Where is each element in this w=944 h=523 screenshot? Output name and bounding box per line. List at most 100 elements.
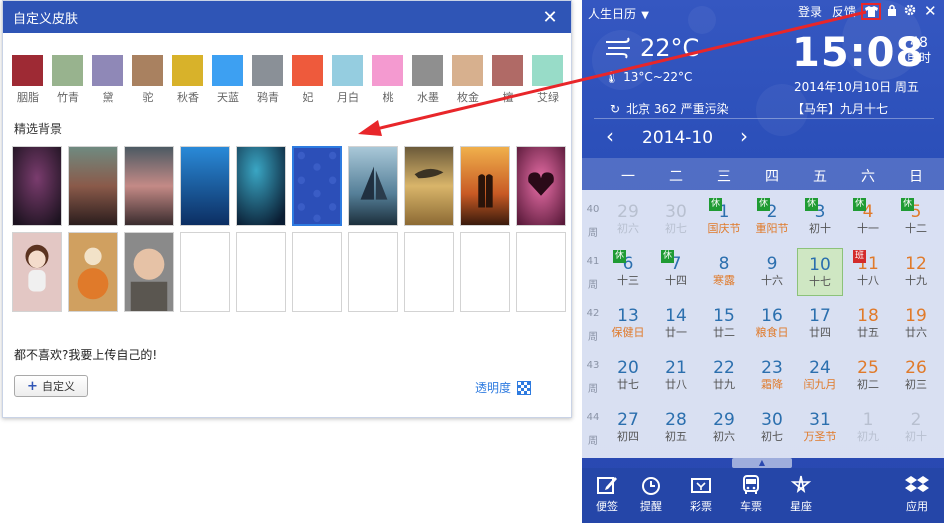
color-swatch-chip[interactable] xyxy=(52,55,83,86)
calendar-day[interactable]: 26 初三 xyxy=(893,352,939,400)
color-swatch[interactable]: 妃 xyxy=(291,55,335,110)
refresh-icon[interactable]: ↻ xyxy=(610,102,620,116)
calendar-day[interactable]: 12 十九 xyxy=(893,248,939,296)
background-thumb-teal-bokeh[interactable] xyxy=(236,146,286,226)
color-swatch[interactable]: 秋香 xyxy=(171,55,215,110)
tool-star[interactable]: 星座 xyxy=(780,474,822,514)
calendar-day[interactable]: 30 初七 xyxy=(749,404,795,452)
background-thumb-cartoon-girl[interactable] xyxy=(12,232,62,312)
color-swatch-chip[interactable] xyxy=(412,55,443,86)
color-swatch-chip[interactable] xyxy=(132,55,163,86)
color-swatch[interactable]: 鸦青 xyxy=(251,55,295,110)
calendar-day[interactable]: 15 廿二 xyxy=(701,300,747,348)
calendar-day[interactable]: 17 廿四 xyxy=(797,300,843,348)
color-swatch[interactable]: 桃 xyxy=(371,55,415,110)
app-menu[interactable]: 人生日历 ▼ xyxy=(588,5,649,22)
color-swatch-chip[interactable] xyxy=(492,55,523,86)
calendar-day[interactable]: 30 初七 xyxy=(653,196,699,244)
air-quality[interactable]: ↻ 北京 362 严重污染 xyxy=(610,100,729,117)
calendar-day[interactable]: 13 保健日 xyxy=(605,300,651,348)
color-swatch-chip[interactable] xyxy=(172,55,203,86)
color-swatch-chip[interactable] xyxy=(212,55,243,86)
color-swatch-chip[interactable] xyxy=(532,55,563,86)
color-swatch[interactable]: 黛 xyxy=(91,55,135,110)
background-thumb-empty[interactable] xyxy=(516,232,566,312)
chevron-left-icon[interactable]: ‹ xyxy=(606,124,614,148)
lock-icon[interactable] xyxy=(887,4,897,19)
calendar-day[interactable]: 休 7 十四 xyxy=(653,248,699,296)
calendar-day[interactable]: 20 廿七 xyxy=(605,352,651,400)
background-thumb-empty[interactable] xyxy=(460,232,510,312)
background-thumb-sailboat[interactable] xyxy=(348,146,398,226)
close-icon[interactable]: ✕ xyxy=(924,2,937,20)
chevron-right-icon[interactable]: › xyxy=(740,124,748,148)
calendar-day[interactable]: 10 十七 xyxy=(797,248,843,296)
color-swatch-chip[interactable] xyxy=(12,55,43,86)
calendar-day[interactable]: 28 初五 xyxy=(653,404,699,452)
background-thumb-purple-bokeh[interactable] xyxy=(12,146,62,226)
color-swatch[interactable]: 竹青 xyxy=(51,55,95,110)
calendar-day[interactable]: 休 5 十二 xyxy=(893,196,939,244)
calendar-day[interactable]: 1 初九 xyxy=(845,404,891,452)
background-thumb-baby-photo[interactable] xyxy=(124,232,174,312)
color-swatch[interactable]: 胭脂 xyxy=(11,55,55,110)
calendar-day[interactable]: 2 初十 xyxy=(893,404,939,452)
tool-pencil[interactable]: 便签 xyxy=(586,474,628,514)
month-label[interactable]: 2014-10 xyxy=(642,128,713,148)
color-swatch[interactable]: 天蓝 xyxy=(211,55,255,110)
calendar-day[interactable]: 休 4 十一 xyxy=(845,196,891,244)
background-thumb-warm-blur[interactable] xyxy=(68,146,118,226)
calendar-day[interactable]: 29 初六 xyxy=(701,404,747,452)
close-icon[interactable]: ✕ xyxy=(539,7,561,28)
calendar-day[interactable]: 24 闰九月 xyxy=(797,352,843,400)
background-thumb-blue-pattern[interactable] xyxy=(292,146,342,226)
color-swatch-chip[interactable] xyxy=(452,55,483,86)
color-swatch-chip[interactable] xyxy=(372,55,403,86)
calendar-day[interactable]: 16 粮食日 xyxy=(749,300,795,348)
login-link[interactable]: 登录 xyxy=(798,3,822,20)
background-thumb-heart-bokeh[interactable] xyxy=(516,146,566,226)
calendar-day[interactable]: 23 霜降 xyxy=(749,352,795,400)
color-swatch[interactable]: 檀 xyxy=(491,55,535,110)
custom-skin-button[interactable]: + 自定义 xyxy=(14,375,88,397)
color-swatch-chip[interactable] xyxy=(92,55,123,86)
color-swatch[interactable]: 水墨 xyxy=(411,55,455,110)
color-swatch[interactable]: 驼 xyxy=(131,55,175,110)
calendar-day[interactable]: 班 11 十八 xyxy=(845,248,891,296)
color-swatch-chip[interactable] xyxy=(332,55,363,86)
calendar-day[interactable]: 25 初二 xyxy=(845,352,891,400)
tool-alarm-clock[interactable]: 提醒 xyxy=(630,474,672,514)
color-swatch-chip[interactable] xyxy=(252,55,283,86)
background-thumb-pink-blur[interactable] xyxy=(124,146,174,226)
calendar-day[interactable]: 31 万圣节 xyxy=(797,404,843,452)
gear-icon[interactable] xyxy=(904,4,916,19)
background-thumb-empty[interactable] xyxy=(292,232,342,312)
background-thumb-pumpkin-cat[interactable] xyxy=(68,232,118,312)
background-thumb-blue-gradient[interactable] xyxy=(180,146,230,226)
background-thumb-empty[interactable] xyxy=(404,232,454,312)
calendar-day[interactable]: 29 初六 xyxy=(605,196,651,244)
expand-caret-icon[interactable]: ▲ xyxy=(732,458,792,468)
tool-bus[interactable]: 车票 xyxy=(730,474,772,514)
calendar-day[interactable]: 14 廿一 xyxy=(653,300,699,348)
tool-lottery-ticket[interactable]: 彩票 xyxy=(680,474,722,514)
calendar-day[interactable]: 27 初四 xyxy=(605,404,651,452)
background-thumb-empty[interactable] xyxy=(348,232,398,312)
background-thumb-golden-whale[interactable] xyxy=(404,146,454,226)
color-swatch-chip[interactable] xyxy=(292,55,323,86)
color-swatch[interactable]: 枚金 xyxy=(451,55,495,110)
calendar-day[interactable]: 休 3 初十 xyxy=(797,196,843,244)
skin-shirt-icon[interactable] xyxy=(861,3,881,20)
tool-dropbox[interactable]: 应用 xyxy=(896,474,938,514)
calendar-day[interactable]: 19 廿六 xyxy=(893,300,939,348)
calendar-day[interactable]: 18 廿五 xyxy=(845,300,891,348)
background-thumb-empty[interactable] xyxy=(180,232,230,312)
calendar-day[interactable]: 9 十六 xyxy=(749,248,795,296)
color-swatch[interactable]: 月白 xyxy=(331,55,375,110)
background-thumb-empty[interactable] xyxy=(236,232,286,312)
calendar-day[interactable]: 休 1 国庆节 xyxy=(701,196,747,244)
feedback-link[interactable]: 反馈 xyxy=(832,3,856,20)
calendar-day[interactable]: 休 6 十三 xyxy=(605,248,651,296)
opacity-control[interactable]: 透明度 xyxy=(475,379,532,396)
calendar-day[interactable]: 21 廿八 xyxy=(653,352,699,400)
